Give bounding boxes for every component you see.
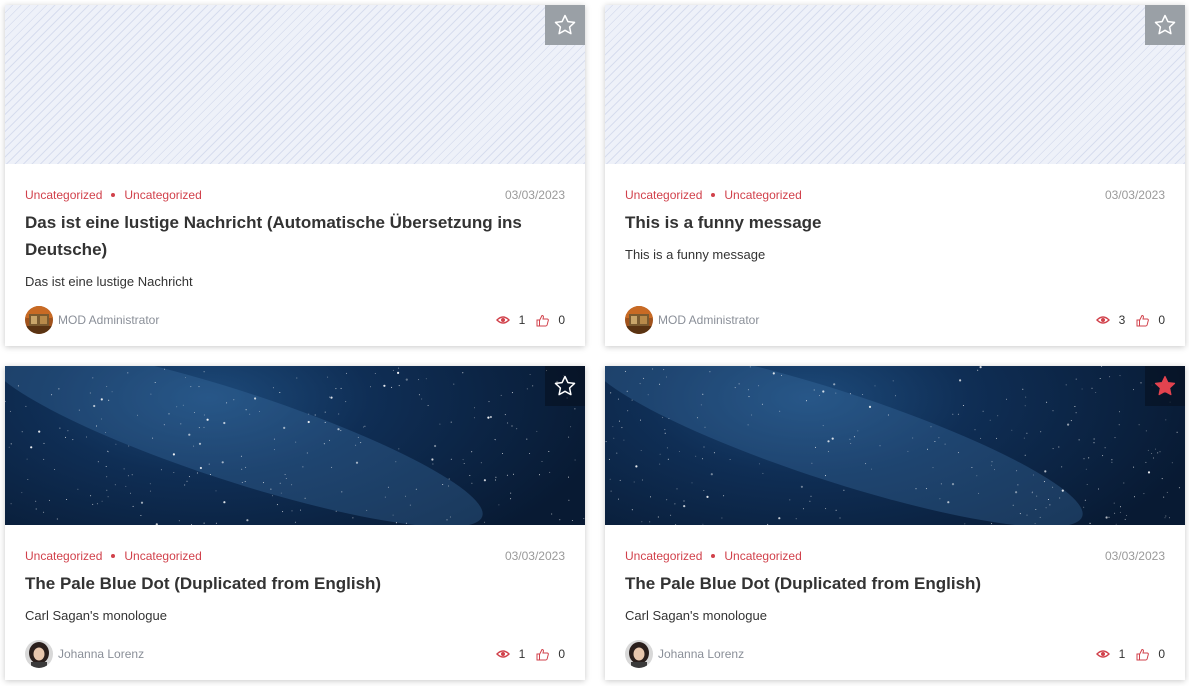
author[interactable]: MOD Administrator [625,306,759,334]
category-link[interactable]: Uncategorized [724,549,801,563]
category-link[interactable]: Uncategorized [124,188,201,202]
card-footer: Johanna Lorenz 1 0 [625,640,1165,668]
card-meta: Uncategorized Uncategorized 03/03/2023 [625,549,1165,563]
author-name: MOD Administrator [58,313,160,327]
separator-dot [111,193,116,197]
view-count: 1 [1118,647,1126,661]
article-card[interactable]: Uncategorized Uncategorized 03/03/2023 T… [605,5,1185,346]
author[interactable]: MOD Administrator [25,306,159,334]
card-title[interactable]: This is a funny message [625,209,1165,236]
view-count: 1 [518,313,526,327]
category-link[interactable]: Uncategorized [124,549,201,563]
favorite-button[interactable] [545,366,585,406]
category-list: Uncategorized Uncategorized [625,188,802,202]
admin-avatar-image [25,306,53,334]
article-card[interactable]: Uncategorized Uncategorized 03/03/2023 T… [605,366,1185,680]
card-excerpt: Carl Sagan's monologue [625,608,767,623]
eye-icon [1095,315,1110,325]
avatar [25,640,53,668]
category-link[interactable]: Uncategorized [625,549,702,563]
category-link[interactable]: Uncategorized [25,188,102,202]
avatar [25,306,53,334]
separator-dot [711,193,716,197]
category-list: Uncategorized Uncategorized [25,188,202,202]
category-list: Uncategorized Uncategorized [25,549,202,563]
author[interactable]: Johanna Lorenz [25,640,144,668]
author[interactable]: Johanna Lorenz [625,640,744,668]
card-meta: Uncategorized Uncategorized 03/03/2023 [25,188,565,202]
card-thumbnail-image[interactable] [605,366,1185,525]
star-filled-icon [1154,375,1176,396]
like-count: 0 [558,313,565,327]
eye-icon [495,315,510,325]
thumbs-up-icon[interactable] [536,314,550,327]
card-stats: 1 0 [495,313,565,327]
star-outline-icon [554,375,576,396]
author-name: Johanna Lorenz [58,647,145,661]
eye-icon [1095,649,1110,659]
favorite-button[interactable] [1145,5,1185,45]
separator-dot [111,554,116,558]
card-stats: 1 0 [1095,647,1165,661]
avatar [625,640,653,668]
post-date: 03/03/2023 [504,188,565,202]
card-footer: MOD Administrator 1 0 [25,306,565,334]
like-count: 0 [1158,647,1165,661]
like-count: 0 [558,647,565,661]
thumbs-up-icon[interactable] [536,648,550,661]
card-thumbnail-placeholder[interactable] [605,5,1185,164]
card-title[interactable]: Das ist eine lustige Nachricht (Automati… [25,209,565,263]
card-meta: Uncategorized Uncategorized 03/03/2023 [625,188,1165,202]
card-excerpt: Das ist eine lustige Nachricht [25,274,193,289]
like-count: 0 [1158,313,1165,327]
card-thumbnail-placeholder[interactable] [5,5,585,164]
user-avatar-image [625,640,653,668]
card-stats: 1 0 [495,647,565,661]
card-title[interactable]: The Pale Blue Dot (Duplicated from Engli… [25,570,565,597]
avatar [625,306,653,334]
view-count: 3 [1118,313,1126,327]
category-link[interactable]: Uncategorized [625,188,702,202]
article-card[interactable]: Uncategorized Uncategorized 03/03/2023 D… [5,5,585,346]
admin-avatar-image [625,306,653,334]
post-date: 03/03/2023 [1104,188,1165,202]
user-avatar-image [25,640,53,668]
author-name: Johanna Lorenz [658,647,745,661]
card-excerpt: Carl Sagan's monologue [25,608,167,623]
star-outline-icon [554,14,576,35]
card-meta: Uncategorized Uncategorized 03/03/2023 [25,549,565,563]
separator-dot [711,554,716,558]
post-date: 03/03/2023 [504,549,565,563]
category-list: Uncategorized Uncategorized [625,549,802,563]
card-excerpt: This is a funny message [625,247,766,262]
starry-sky-image [5,366,585,525]
card-grid: Uncategorized Uncategorized 03/03/2023 D… [0,0,1189,686]
thumbs-up-icon[interactable] [1136,648,1150,661]
card-footer: Johanna Lorenz 1 0 [25,640,565,668]
category-link[interactable]: Uncategorized [25,549,102,563]
view-count: 1 [518,647,526,661]
star-outline-icon [1154,14,1176,35]
card-stats: 3 0 [1095,313,1165,327]
favorite-button[interactable] [545,5,585,45]
card-thumbnail-image[interactable] [5,366,585,525]
starry-sky-image [605,366,1180,525]
card-footer: MOD Administrator 3 0 [625,306,1165,334]
post-date: 03/03/2023 [1104,549,1165,563]
thumbs-up-icon[interactable] [1136,314,1150,327]
author-name: MOD Administrator [658,313,760,327]
favorite-button[interactable] [1145,366,1185,406]
article-card[interactable]: Uncategorized Uncategorized 03/03/2023 T… [5,366,585,680]
eye-icon [495,649,510,659]
category-link[interactable]: Uncategorized [724,188,801,202]
card-title[interactable]: The Pale Blue Dot (Duplicated from Engli… [625,570,1165,597]
